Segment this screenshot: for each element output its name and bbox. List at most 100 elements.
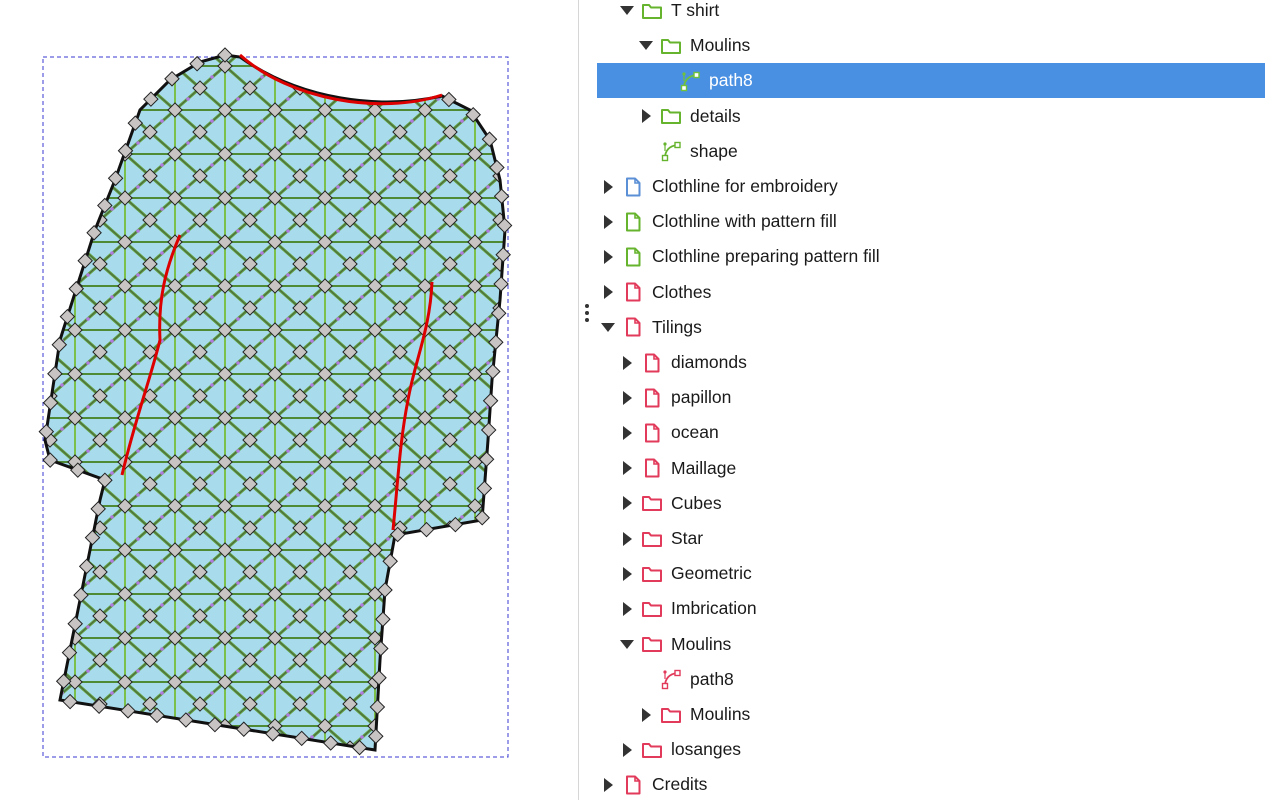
layer-row[interactable]: Moulins (597, 697, 1265, 732)
layer-icon (622, 177, 644, 197)
grip-dot (585, 304, 589, 308)
layer-row[interactable]: Clothline preparing pattern fill (597, 239, 1265, 274)
layer-icon (641, 458, 663, 478)
layer-icon (641, 388, 663, 408)
folder-icon (641, 1, 663, 21)
layer-row[interactable]: Imbrication (597, 591, 1265, 626)
folder-icon (660, 36, 682, 56)
layer-label: ocean (671, 422, 719, 443)
collapse-toggle[interactable] (600, 318, 616, 336)
tshirt-shape[interactable] (40, 50, 510, 760)
expand-toggle[interactable] (600, 776, 616, 794)
layer-label: Clothes (652, 281, 712, 302)
drawing-canvas[interactable] (0, 0, 578, 800)
layer-icon (622, 282, 644, 302)
layer-row[interactable]: Moulins (597, 28, 1265, 63)
expand-toggle[interactable] (638, 107, 654, 125)
layer-row[interactable]: Clothes (597, 275, 1265, 310)
layer-icon (622, 317, 644, 337)
layer-row[interactable]: Geometric (597, 556, 1265, 591)
layer-label: losanges (671, 739, 742, 760)
expander-spacer (657, 72, 673, 90)
layer-label: path8 (709, 70, 753, 91)
layer-icon (622, 212, 644, 232)
expand-toggle[interactable] (619, 354, 635, 372)
expand-toggle[interactable] (619, 389, 635, 407)
layer-row[interactable]: Credits (597, 767, 1265, 802)
layer-row[interactable]: Tilings (597, 310, 1265, 345)
layer-label: path8 (690, 668, 734, 689)
expand-toggle[interactable] (600, 283, 616, 301)
layer-row[interactable]: Star (597, 521, 1265, 556)
collapse-toggle[interactable] (638, 37, 654, 55)
layer-label: Credits (652, 774, 708, 795)
layer-label: Tilings (652, 316, 702, 337)
layer-row[interactable]: path8 (597, 662, 1265, 697)
layer-row[interactable]: Cubes (597, 486, 1265, 521)
layer-row[interactable]: Maillage (597, 451, 1265, 486)
expand-toggle[interactable] (638, 706, 654, 724)
folder-icon (641, 740, 663, 760)
layer-row[interactable]: ocean (597, 415, 1265, 450)
layer-label: shape (690, 140, 738, 161)
layer-icon (622, 775, 644, 795)
expander-spacer (638, 142, 654, 160)
folder-icon (660, 106, 682, 126)
layer-label: details (690, 105, 741, 126)
expand-toggle[interactable] (600, 248, 616, 266)
layer-row[interactable]: path8 (597, 63, 1265, 99)
layer-label: Star (671, 528, 704, 548)
layer-icon (641, 423, 663, 443)
expand-toggle[interactable] (619, 530, 635, 548)
layer-row[interactable]: Clothline for embroidery (597, 169, 1265, 204)
layer-label: Moulins (690, 35, 751, 56)
expand-toggle[interactable] (619, 565, 635, 583)
layer-label: Geometric (671, 563, 752, 584)
layer-label: papillon (671, 387, 732, 408)
layer-label: Clothline with pattern fill (652, 211, 837, 232)
layer-label: T shirt (671, 0, 720, 20)
layer-row[interactable]: Moulins (597, 627, 1265, 662)
path-icon (660, 669, 682, 690)
expand-toggle[interactable] (619, 600, 635, 618)
layer-row[interactable]: papillon (597, 380, 1265, 415)
layer-row[interactable]: shape (597, 134, 1265, 169)
grip-dot (585, 318, 589, 322)
collapse-toggle[interactable] (619, 2, 635, 20)
layer-label: diamonds (671, 352, 747, 372)
layer-row[interactable]: losanges (597, 732, 1265, 767)
expander-spacer (638, 670, 654, 688)
folder-icon (641, 599, 663, 619)
layer-row[interactable]: T shirt (597, 0, 1265, 28)
expand-toggle[interactable] (619, 459, 635, 477)
layer-row[interactable]: details (597, 99, 1265, 134)
layers-panel: T shirt Moulins path8 details shape Clothline… (597, 0, 1265, 800)
path-icon (679, 71, 701, 92)
expand-toggle[interactable] (619, 741, 635, 759)
grip-dot (585, 311, 589, 315)
folder-icon (641, 493, 663, 513)
folder-icon (641, 634, 663, 654)
layer-label: Moulins (690, 704, 751, 724)
layer-row[interactable]: diamonds (597, 345, 1265, 380)
layer-label: Clothline preparing pattern fill (652, 246, 880, 267)
path-icon (660, 141, 682, 162)
expand-toggle[interactable] (600, 213, 616, 231)
layer-label: Cubes (671, 492, 722, 513)
collapse-toggle[interactable] (619, 635, 635, 653)
layer-label: Imbrication (671, 598, 757, 619)
folder-icon (660, 705, 682, 725)
expand-toggle[interactable] (600, 178, 616, 196)
layer-icon (622, 247, 644, 267)
expand-toggle[interactable] (619, 424, 635, 442)
panel-resize-handle[interactable] (578, 0, 597, 800)
layer-label: Moulins (671, 633, 732, 654)
folder-icon (641, 529, 663, 549)
layer-icon (641, 353, 663, 373)
layer-row[interactable]: Clothline with pattern fill (597, 204, 1265, 239)
expand-toggle[interactable] (619, 494, 635, 512)
layer-label: Maillage (671, 457, 737, 478)
folder-icon (641, 564, 663, 584)
layer-label: Clothline for embroidery (652, 176, 838, 196)
canvas-artwork[interactable] (0, 0, 578, 800)
